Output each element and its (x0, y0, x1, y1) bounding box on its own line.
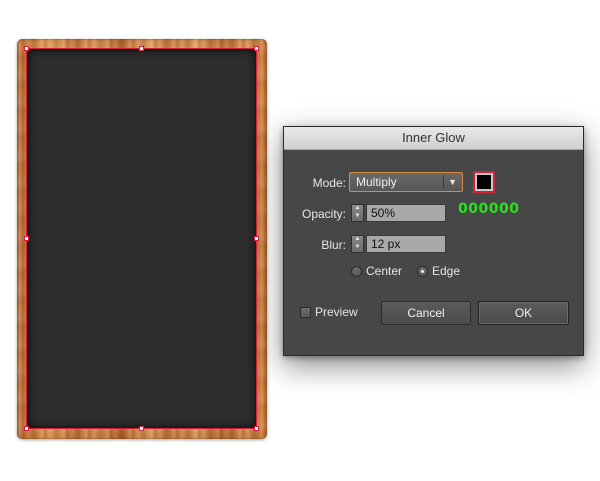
color-swatch-fill (477, 175, 491, 189)
mode-select-value: Multiply (356, 175, 397, 189)
selection-handle-bottom-left[interactable] (24, 426, 29, 431)
selection-handle-bottom-right[interactable] (254, 426, 259, 431)
opacity-field[interactable]: 50% (366, 204, 446, 222)
radio-edge-label[interactable]: Edge (432, 264, 460, 278)
mode-select[interactable]: Multiply ▼ (349, 172, 463, 192)
color-swatch[interactable] (473, 171, 495, 193)
select-divider (443, 175, 444, 189)
radio-edge[interactable] (417, 266, 428, 277)
selection-handle-top-left[interactable] (24, 46, 29, 51)
opacity-label: Opacity: (301, 207, 346, 221)
blur-label: Blur: (321, 238, 346, 252)
stepper-down-icon[interactable]: ▼ (352, 244, 363, 252)
triangle-down-icon: ▼ (448, 177, 457, 187)
selection-handle-middle-left[interactable] (24, 236, 29, 241)
radio-center-label[interactable]: Center (366, 264, 402, 278)
dialog-title: Inner Glow (284, 127, 583, 150)
color-hex-label: 000000 (458, 201, 520, 217)
cancel-button[interactable]: Cancel (381, 301, 471, 325)
preview-checkbox[interactable] (300, 307, 311, 318)
preview-label[interactable]: Preview (315, 305, 358, 319)
selection-handle-middle-right[interactable] (254, 236, 259, 241)
selection-handle-top-right[interactable] (254, 46, 259, 51)
selection-handle-top-center[interactable] (139, 46, 144, 51)
blur-stepper[interactable]: ▲ ▼ (351, 235, 364, 253)
ok-button[interactable]: OK (478, 301, 569, 325)
opacity-stepper[interactable]: ▲ ▼ (351, 204, 364, 222)
radio-center[interactable] (351, 266, 362, 277)
canvas: Inner Glow Mode: Multiply ▼ 000000 Opaci… (0, 0, 600, 481)
stepper-up-icon[interactable]: ▲ (352, 205, 363, 213)
mode-label: Mode: (312, 176, 346, 190)
selection-handle-bottom-center[interactable] (139, 426, 144, 431)
blur-field[interactable]: 12 px (366, 235, 446, 253)
stepper-down-icon[interactable]: ▼ (352, 213, 363, 221)
chalkboard-surface[interactable] (27, 49, 257, 429)
stepper-up-icon[interactable]: ▲ (352, 236, 363, 244)
inner-glow-dialog: Inner Glow Mode: Multiply ▼ 000000 Opaci… (283, 126, 584, 356)
